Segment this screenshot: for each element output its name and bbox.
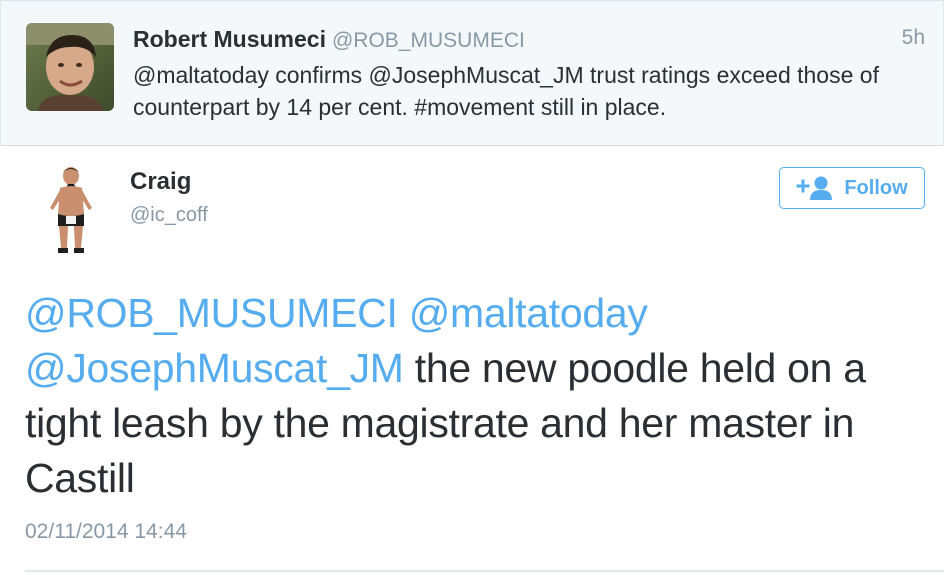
main-author-handle[interactable]: @ic_coff: [130, 204, 208, 227]
add-user-icon: [796, 175, 838, 201]
avatar-figure-icon: [38, 164, 104, 256]
parent-tweet-time[interactable]: 5h: [902, 26, 925, 50]
parent-tweet-text: @maltatoday confirms @JosephMuscat_JM tr…: [133, 62, 879, 120]
parent-tweet[interactable]: Robert Musumeci @ROB_MUSUMECI 5h @maltato…: [0, 0, 944, 146]
avatar-photo-icon: [26, 23, 114, 111]
parent-author-avatar[interactable]: [26, 23, 114, 111]
divider: [25, 570, 944, 572]
parent-author-name[interactable]: Robert Musumeci: [133, 26, 326, 52]
tweet-timestamp[interactable]: 02/11/2014 14:44: [25, 520, 187, 544]
main-author-avatar[interactable]: [38, 164, 104, 256]
main-tweet: Craig @ic_coff Follow @ROB_MUSUMECI @mal…: [0, 146, 944, 575]
follow-button-label: Follow: [844, 176, 908, 199]
mention-link[interactable]: @JosephMuscat_JM: [25, 345, 404, 391]
follow-button[interactable]: Follow: [779, 167, 925, 209]
mention-link[interactable]: @maltatoday: [409, 290, 648, 336]
parent-tweet-header: Robert Musumeci @ROB_MUSUMECI 5h: [133, 26, 925, 58]
parent-author-handle[interactable]: @ROB_MUSUMECI: [332, 29, 525, 52]
main-author-name[interactable]: Craig: [130, 168, 191, 196]
mention-link[interactable]: @ROB_MUSUMECI: [25, 290, 398, 336]
main-tweet-text: @ROB_MUSUMECI @maltatoday @JosephMuscat_…: [25, 286, 925, 506]
